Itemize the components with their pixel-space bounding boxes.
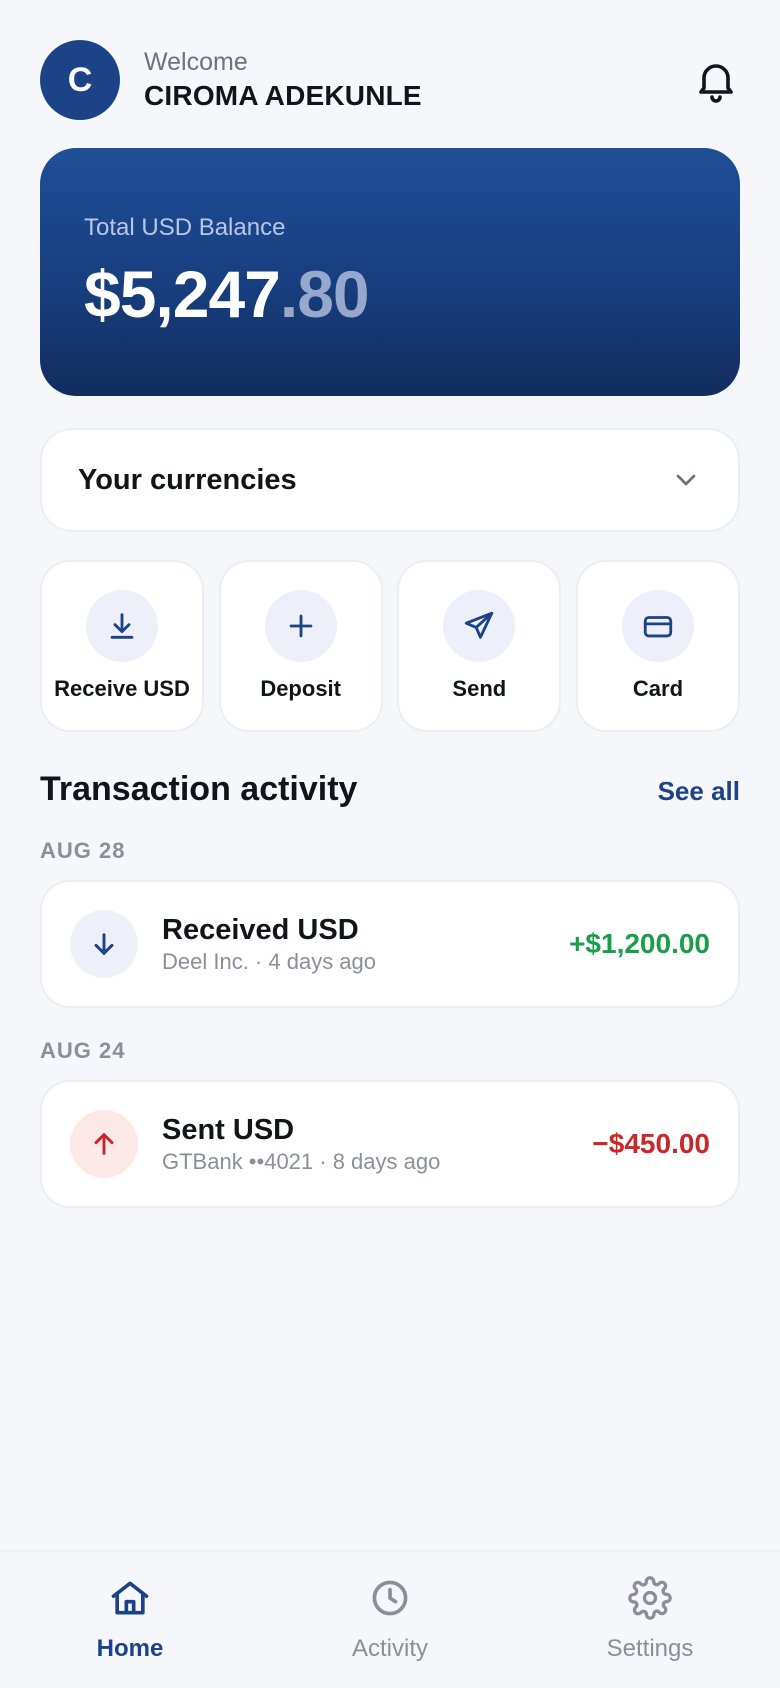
send-label: Send [452, 676, 507, 701]
balance-amount: $5,247.80 [84, 256, 696, 332]
plus-icon [264, 590, 337, 662]
card-button[interactable]: Card [575, 560, 740, 732]
activity-title: Transaction activity [40, 770, 358, 808]
transaction-subtitle: GTBank ••4021 · 8 days ago [162, 1149, 441, 1174]
bottom-nav: Home Activity Settings [0, 1550, 780, 1688]
nav-settings-label: Settings [606, 1635, 694, 1662]
transaction-row[interactable]: Received USD Deel Inc. · 4 days ago +$1,… [40, 880, 740, 1008]
transaction-text: Received USD Deel Inc. · 4 days ago [162, 913, 569, 975]
nav-home[interactable]: Home [30, 1576, 230, 1688]
clock-icon [368, 1576, 412, 1625]
chevron-down-icon [670, 464, 702, 496]
transaction-text: Sent USD GTBank ••4021 · 8 days ago [162, 1113, 592, 1175]
send-button[interactable]: Send [397, 560, 562, 732]
balance-cents: .80 [279, 257, 370, 331]
date-label: AUG 24 [40, 1038, 126, 1063]
card-icon [621, 590, 694, 662]
avatar[interactable]: C [40, 40, 120, 120]
home-screen: C Welcome CIROMA ADEKUNLE Total USD Bala… [0, 0, 780, 1688]
nav-activity-label: Activity [351, 1635, 428, 1662]
quick-actions: Receive USD Deposit Send Card [40, 560, 740, 732]
bell-icon[interactable] [692, 56, 740, 104]
transaction-row[interactable]: Sent USD GTBank ••4021 · 8 days ago −$45… [40, 1080, 740, 1208]
currencies-label: Your currencies [78, 463, 297, 496]
send-icon [443, 590, 516, 662]
nav-settings[interactable]: Settings [550, 1576, 750, 1688]
transaction-title: Received USD [162, 914, 359, 946]
nav-activity[interactable]: Activity [290, 1576, 490, 1688]
balance-label: Total USD Balance [84, 214, 286, 241]
gear-icon [628, 1576, 672, 1625]
date-label: AUG 28 [40, 838, 126, 863]
arrow-up-icon [70, 1110, 138, 1178]
balance-card: Total USD Balance $5,247.80 [40, 148, 740, 396]
deposit-button[interactable]: Deposit [218, 560, 383, 732]
see-all-link[interactable]: See all [658, 776, 740, 807]
home-icon [108, 1576, 152, 1625]
activity-header: Transaction activity See all [40, 770, 740, 809]
user-name: CIROMA ADEKUNLE [144, 80, 422, 111]
nav-home-label: Home [96, 1635, 164, 1662]
receive-usd-button[interactable]: Receive USD [40, 560, 204, 732]
download-icon [86, 590, 158, 662]
deposit-label: Deposit [260, 676, 341, 701]
currencies-dropdown[interactable]: Your currencies [40, 428, 740, 532]
transaction-title: Sent USD [162, 1114, 295, 1146]
welcome-block: Welcome CIROMA ADEKUNLE [144, 47, 422, 113]
card-label: Card [632, 676, 684, 701]
header: C Welcome CIROMA ADEKUNLE [40, 40, 740, 120]
transaction-amount: +$1,200.00 [569, 928, 710, 959]
transaction-subtitle: Deel Inc. · 4 days ago [162, 949, 377, 974]
balance-whole: $5,247 [84, 257, 281, 331]
welcome-label: Welcome [144, 48, 248, 76]
arrow-down-icon [70, 910, 138, 978]
transaction-amount: −$450.00 [592, 1128, 710, 1159]
receive-usd-label: Receive USD [54, 676, 190, 701]
